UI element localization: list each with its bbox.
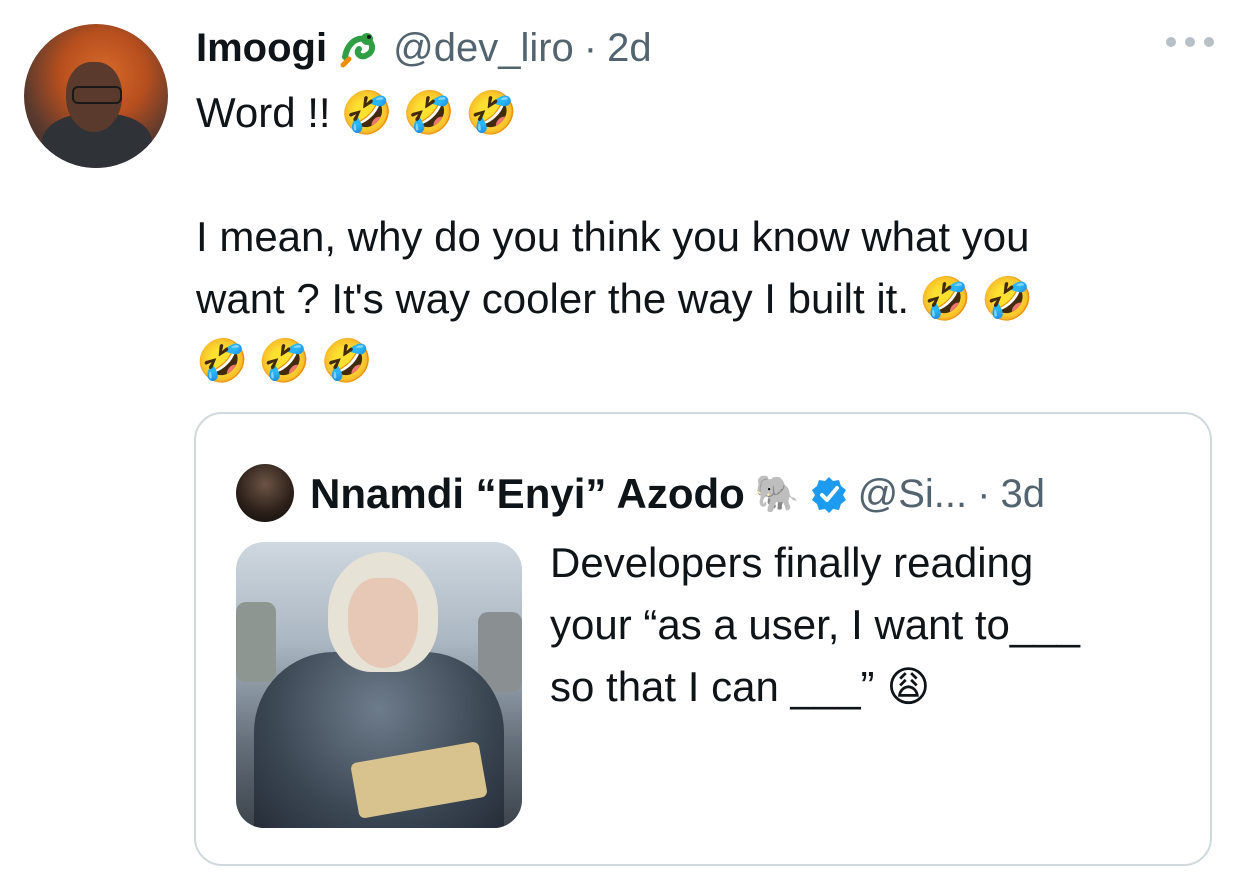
tweet-line-3: I mean, why do you think you know what y… <box>196 206 1176 268</box>
rolling-laughing-emoji-icon: 🤣 <box>465 89 518 136</box>
header-separator: · <box>583 25 598 70</box>
quoted-header-separator: · <box>977 471 991 516</box>
rolling-laughing-emoji-icon: 🤣 <box>258 337 311 384</box>
quoted-text-line-3: so that I can ___” <box>550 663 875 710</box>
tweet-line-4: want ? It's way cooler the way I built i… <box>196 268 1176 330</box>
quoted-text-line-1: Developers finally reading <box>550 539 1034 586</box>
quoted-tweet-card[interactable]: Nnamdi “Enyi” Azodo 🐘 @Si... · 3d Develo… <box>194 412 1212 866</box>
image-face <box>348 578 418 668</box>
quoted-author-avatar[interactable] <box>236 464 294 522</box>
quoted-author-handle[interactable]: @Si... <box>858 472 968 517</box>
rolling-laughing-emoji-icon: 🤣 <box>919 275 972 322</box>
rolling-laughing-emoji-icon: 🤣 <box>402 89 456 136</box>
quoted-tweet-text: Developers finally reading your “as a us… <box>550 532 1170 718</box>
more-dot-1 <box>1166 37 1176 47</box>
tweet-text-line-4: want ? It's way cooler the way I built i… <box>196 275 909 322</box>
quoted-text-line-2: your “as a user, I want to___ <box>550 601 1080 648</box>
quoted-author-display-name[interactable]: Nnamdi “Enyi” Azodo <box>310 470 745 518</box>
tweet-header: Imoogi @dev_liro · 2d <box>196 20 652 76</box>
rolling-laughing-emoji-icon: 🤣 <box>981 275 1034 322</box>
author-handle[interactable]: @dev_liro <box>393 26 574 71</box>
author-display-name[interactable]: Imoogi <box>196 26 327 71</box>
tweet-text: Word !! 🤣 🤣 🤣 I mean, why do you think y… <box>196 82 1176 392</box>
tweet-text-line-3: I mean, why do you think you know what y… <box>196 213 1030 260</box>
rolling-laughing-emoji-icon: 🤣 <box>340 89 393 136</box>
tweet-text-line-1: Word !! <box>196 89 331 136</box>
dragon-emoji-icon <box>337 25 383 71</box>
tweet-line-5: 🤣 🤣 🤣 <box>196 330 1176 392</box>
tweet-timestamp[interactable]: 2d <box>607 26 652 71</box>
rolling-laughing-emoji-icon: 🤣 <box>196 337 249 384</box>
more-horizontal-icon[interactable] <box>1166 34 1214 50</box>
tweet-line-1: Word !! 🤣 🤣 🤣 <box>196 82 1176 144</box>
weary-face-emoji-icon: 😩 <box>886 663 931 710</box>
quoted-tweet-image[interactable] <box>236 542 522 828</box>
verified-badge-icon <box>810 475 848 513</box>
quoted-line-2: your “as a user, I want to___ <box>550 594 1170 656</box>
quoted-tweet-header: Nnamdi “Enyi” Azodo 🐘 @Si... · 3d <box>310 462 1045 526</box>
avatar-glasses <box>72 86 122 104</box>
more-dot-2 <box>1185 37 1195 47</box>
rolling-laughing-emoji-icon: 🤣 <box>320 337 373 384</box>
quoted-line-3: so that I can ___” 😩 <box>550 656 1170 718</box>
quoted-line-1: Developers finally reading <box>550 532 1170 594</box>
quoted-tweet-timestamp[interactable]: 3d <box>1000 472 1045 517</box>
elephant-emoji-icon: 🐘 <box>754 473 800 514</box>
tweet-line-break <box>196 144 1176 206</box>
more-dot-3 <box>1204 37 1214 47</box>
image-background-figure-left <box>236 602 276 682</box>
tweet-author-avatar[interactable] <box>24 24 168 168</box>
